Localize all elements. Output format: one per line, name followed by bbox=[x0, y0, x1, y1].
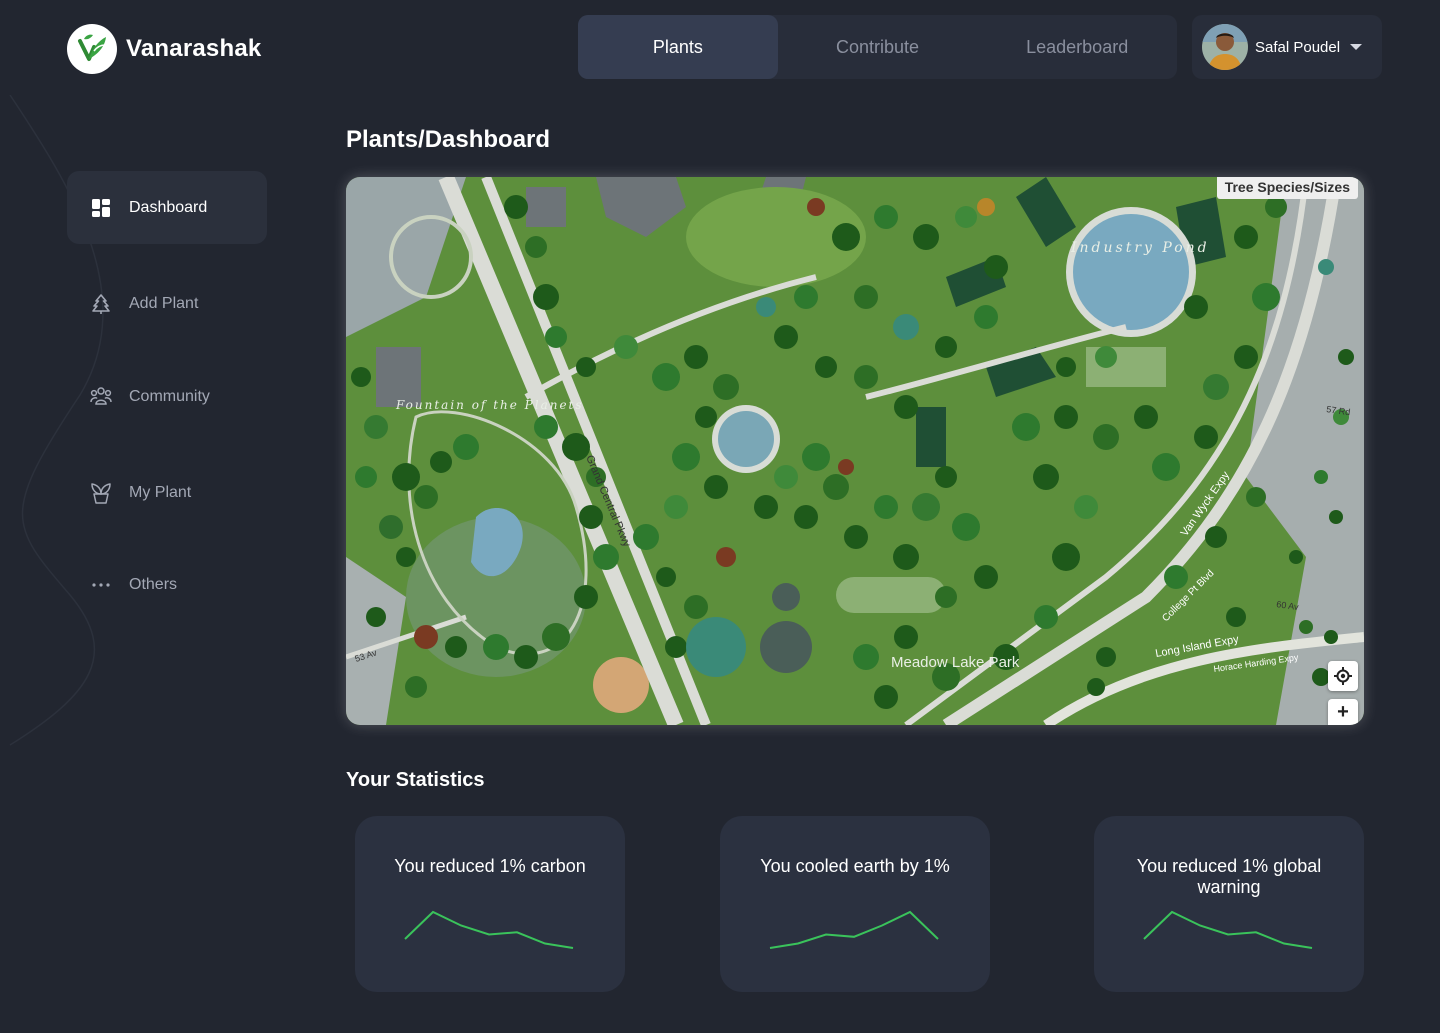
more-icon bbox=[89, 573, 113, 597]
vanarashak-logo-icon bbox=[67, 24, 117, 74]
sidebar-item-others[interactable]: Others bbox=[67, 548, 267, 621]
sparkline bbox=[404, 910, 574, 949]
sidebar-item-label: My Plant bbox=[129, 483, 192, 501]
page-title: Plants/Dashboard bbox=[346, 126, 551, 153]
sidebar-item-label: Dashboard bbox=[129, 198, 208, 216]
stat-text: You cooled earth by 1% bbox=[760, 856, 950, 876]
sidebar-item-community[interactable]: Community bbox=[67, 360, 267, 433]
sidebar-item-label: Others bbox=[129, 575, 178, 593]
tab-contribute[interactable]: Contribute bbox=[778, 15, 978, 79]
zoom-in-button[interactable]: + bbox=[1328, 699, 1358, 725]
map-label-pond: Industry Pond bbox=[1070, 240, 1210, 256]
stat-card-global-warming: You reduced 1% global warning bbox=[1094, 816, 1364, 992]
tree-icon bbox=[89, 292, 113, 316]
sparkline bbox=[769, 910, 939, 949]
stat-card-cooling: You cooled earth by 1% bbox=[720, 816, 990, 992]
brand[interactable]: Vanarashak bbox=[67, 24, 261, 74]
chevron-down-icon bbox=[1350, 44, 1363, 50]
user-menu[interactable]: Safal Poudel bbox=[1192, 15, 1382, 79]
sidebar-item-label: Community bbox=[129, 387, 210, 405]
sparkline-line bbox=[769, 910, 939, 949]
statistics-title: Your Statistics bbox=[346, 769, 485, 791]
tree-map[interactable]: Industry Pond Grand Central Pkwy Van Wyc… bbox=[346, 177, 1364, 725]
locate-button[interactable] bbox=[1328, 661, 1358, 691]
user-name: Safal Poudel bbox=[1255, 38, 1341, 56]
dashboard-icon bbox=[89, 196, 113, 220]
crosshair-icon bbox=[1334, 667, 1352, 685]
top-navigation: Plants Contribute Leaderboard bbox=[578, 15, 1177, 79]
avatar bbox=[1202, 24, 1248, 70]
map-label-fountain: Fountain of the Planets bbox=[395, 398, 584, 412]
tab-plants[interactable]: Plants bbox=[578, 15, 778, 79]
map-legend[interactable]: Tree Species/Sizes bbox=[1216, 177, 1358, 199]
sparkline-line bbox=[1143, 910, 1313, 949]
map-label-meadow: Meadow Lake Park bbox=[891, 654, 1020, 671]
sidebar-item-add-plant[interactable]: Add Plant bbox=[67, 267, 267, 340]
sidebar-item-my-plant[interactable]: My Plant bbox=[67, 456, 267, 529]
map-canvas[interactable]: Industry Pond Grand Central Pkwy Van Wyc… bbox=[346, 177, 1364, 725]
sparkline-line bbox=[404, 910, 574, 949]
stat-card-carbon: You reduced 1% carbon bbox=[355, 816, 625, 992]
community-icon bbox=[89, 385, 113, 409]
potted-plant-icon bbox=[89, 481, 113, 505]
sparkline bbox=[1143, 910, 1313, 949]
stat-text: You reduced 1% global warning bbox=[1136, 856, 1322, 897]
stat-text: You reduced 1% carbon bbox=[394, 856, 586, 876]
sidebar-item-label: Add Plant bbox=[129, 294, 199, 312]
tab-leaderboard[interactable]: Leaderboard bbox=[977, 15, 1177, 79]
app-name: Vanarashak bbox=[126, 35, 262, 62]
sidebar-item-dashboard[interactable]: Dashboard bbox=[67, 171, 267, 244]
